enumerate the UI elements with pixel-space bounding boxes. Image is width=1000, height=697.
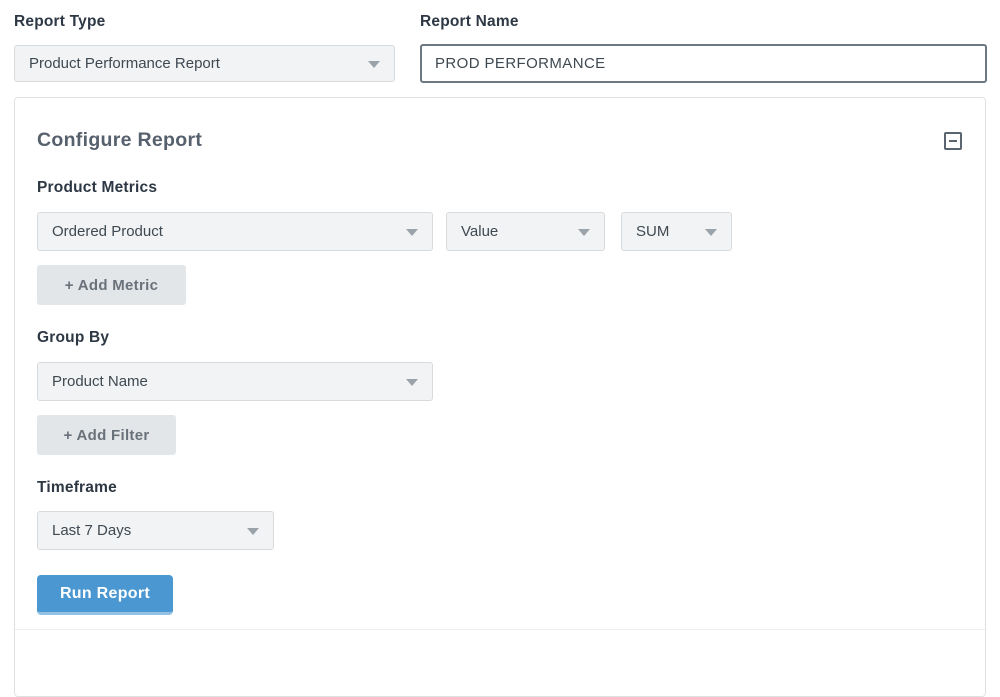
group-by-select[interactable]: Product Name — [37, 362, 433, 401]
run-report-button[interactable]: Run Report — [37, 575, 173, 615]
report-name-input[interactable] — [420, 44, 987, 83]
timeframe-selected-value: Last 7 Days — [52, 522, 131, 539]
configure-report-title: Configure Report — [37, 129, 202, 152]
configure-report-card: Configure Report Product Metrics Ordered… — [14, 97, 986, 697]
chevron-down-icon — [578, 229, 590, 236]
add-metric-button[interactable]: + Add Metric — [37, 265, 186, 305]
group-by-label: Group By — [37, 329, 109, 347]
report-type-select[interactable]: Product Performance Report — [14, 45, 395, 82]
product-metrics-label: Product Metrics — [37, 179, 157, 197]
chevron-down-icon — [247, 528, 259, 535]
add-filter-button[interactable]: + Add Filter — [37, 415, 176, 455]
aggregation-select[interactable]: SUM — [621, 212, 732, 251]
minus-icon — [949, 140, 957, 142]
aggregation-selected-value: SUM — [636, 223, 669, 240]
timeframe-label: Timeframe — [37, 479, 117, 497]
group-by-selected-value: Product Name — [52, 373, 148, 390]
timeframe-select[interactable]: Last 7 Days — [37, 511, 274, 550]
chevron-down-icon — [406, 229, 418, 236]
chevron-down-icon — [368, 61, 380, 68]
report-type-selected-value: Product Performance Report — [29, 55, 220, 72]
value-type-selected-value: Value — [461, 223, 498, 240]
report-type-label: Report Type — [14, 13, 105, 31]
chevron-down-icon — [406, 379, 418, 386]
chevron-down-icon — [705, 229, 717, 236]
report-builder-page: Report Type Product Performance Report R… — [0, 0, 1000, 635]
value-type-select[interactable]: Value — [446, 212, 605, 251]
report-name-label: Report Name — [420, 13, 519, 31]
collapse-section-button[interactable] — [944, 132, 962, 150]
section-divider — [15, 629, 985, 630]
metric-select[interactable]: Ordered Product — [37, 212, 433, 251]
metric-selected-value: Ordered Product — [52, 223, 163, 240]
